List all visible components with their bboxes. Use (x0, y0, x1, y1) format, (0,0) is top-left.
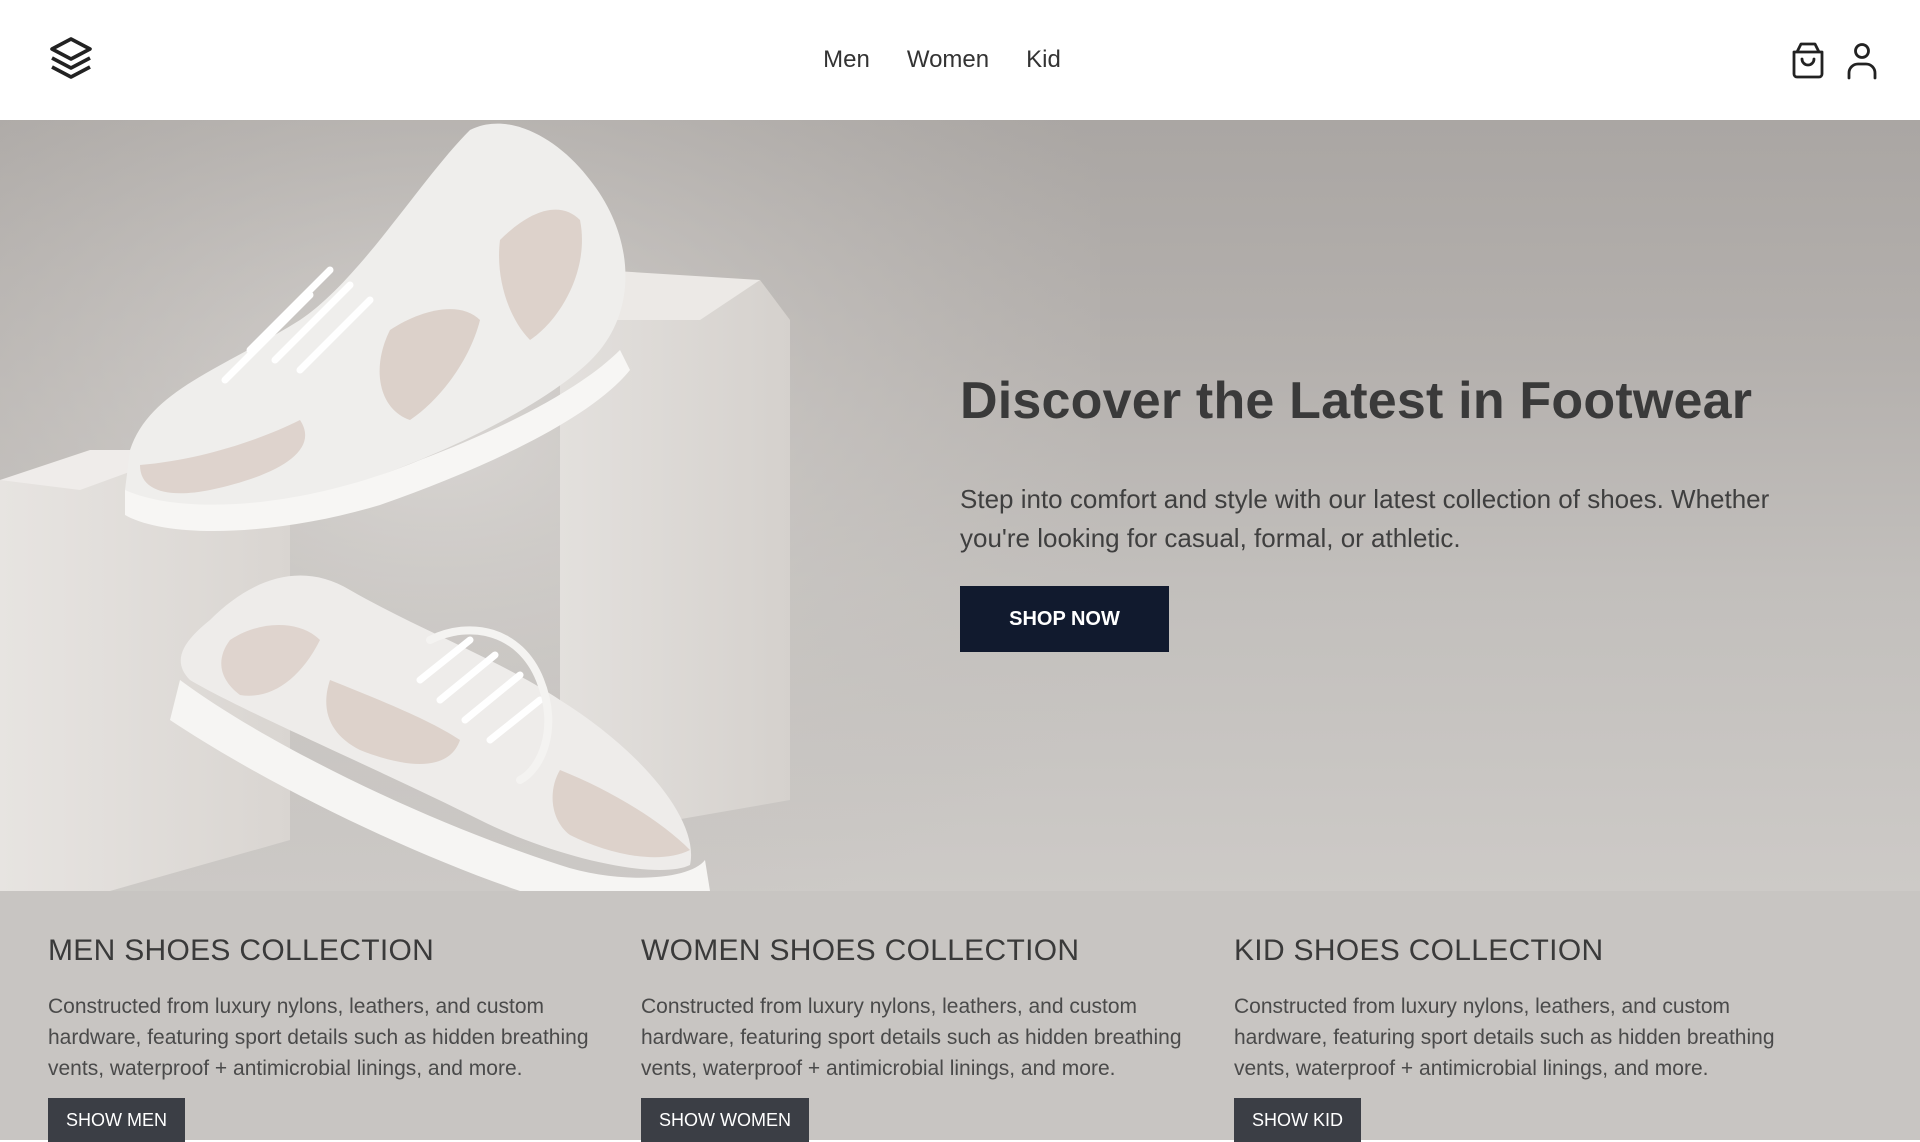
collection-description: Constructed from luxury nylons, leathers… (48, 995, 589, 1080)
hero-banner: Discover the Latest in Footwear Step int… (0, 120, 1920, 891)
collection-card-men: MEN SHOES COLLECTION Constructed from lu… (48, 933, 608, 1142)
show-kid-button[interactable]: SHOW KID (1234, 1098, 1362, 1142)
hero-description: Step into comfort and style with our lat… (960, 484, 1770, 554)
collection-title: MEN SHOES COLLECTION (48, 934, 435, 967)
hero-title: Discover the Latest in Footwear (960, 372, 1753, 430)
user-icon[interactable] (1844, 40, 1880, 80)
hero-content: Discover the Latest in Footwear Step int… (960, 370, 1840, 653)
show-women-button[interactable]: SHOW WOMEN (641, 1098, 809, 1142)
nav-link-kid[interactable]: Kid (1026, 46, 1061, 74)
collection-title: KID SHOES COLLECTION (1234, 934, 1604, 967)
main-nav: Men Women Kid (0, 0, 1920, 120)
collection-card-kid: KID SHOES COLLECTION Constructed from lu… (1234, 933, 1794, 1142)
collection-description: Constructed from luxury nylons, leathers… (1234, 995, 1775, 1080)
nav-link-men[interactable]: Men (823, 46, 870, 74)
white-sneakers-on-blocks-image (0, 120, 1100, 891)
collection-card-women: WOMEN SHOES COLLECTION Constructed from … (641, 933, 1201, 1142)
show-men-button[interactable]: SHOW MEN (48, 1098, 185, 1142)
shopping-bag-icon[interactable] (1790, 40, 1826, 80)
shop-now-button[interactable]: SHOP NOW (960, 586, 1169, 653)
collection-title: WOMEN SHOES COLLECTION (641, 934, 1080, 967)
nav-link-women[interactable]: Women (907, 46, 989, 74)
collections-section: MEN SHOES COLLECTION Constructed from lu… (0, 891, 1920, 1142)
header-actions (1790, 40, 1880, 80)
collection-description: Constructed from luxury nylons, leathers… (641, 995, 1182, 1080)
site-header: Men Women Kid (0, 0, 1920, 120)
